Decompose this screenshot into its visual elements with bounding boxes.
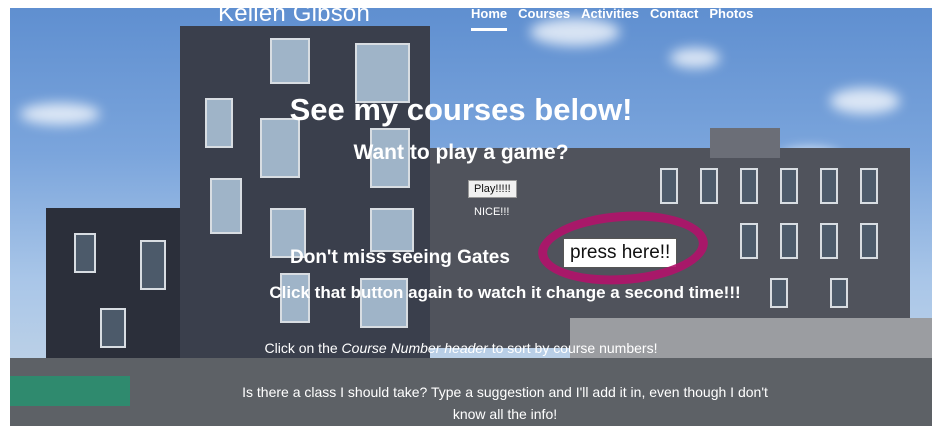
game-prompt: Want to play a game? <box>353 141 569 164</box>
play-result-text: NICE!!! <box>474 206 510 218</box>
cloud <box>670 48 720 68</box>
nav-contact[interactable]: Contact <box>650 6 698 31</box>
building-window <box>210 178 242 234</box>
building-window <box>700 168 718 204</box>
main-nav: Home Courses Activities Contact Photos <box>471 6 753 31</box>
nav-photos[interactable]: Photos <box>709 6 753 31</box>
gates-text: Don't miss seeing Gates <box>290 247 510 268</box>
building-window <box>74 233 96 273</box>
building-window <box>770 278 788 308</box>
play-button[interactable]: Play!!!!! <box>468 180 517 198</box>
building-window <box>270 38 310 84</box>
site-brand[interactable]: Kellen Gibson <box>218 0 370 28</box>
hero-background <box>10 8 932 426</box>
building-window <box>660 168 678 204</box>
building-window <box>860 168 878 204</box>
building-window <box>780 168 798 204</box>
nav-courses[interactable]: Courses <box>518 6 570 31</box>
change-text: Click that button again to watch it chan… <box>269 283 741 302</box>
sort-prefix: Click on the <box>264 340 342 356</box>
building-window <box>740 223 758 259</box>
sort-suffix: to sort by course numbers! <box>487 340 658 356</box>
building-window <box>370 208 414 252</box>
building-window <box>820 223 838 259</box>
building-window <box>140 240 166 290</box>
suggestion-text: Is there a class I should take? Type a s… <box>242 384 768 422</box>
green-roof <box>10 376 130 406</box>
building-window <box>780 223 798 259</box>
building-window <box>820 168 838 204</box>
press-here-button[interactable]: press here!! <box>563 238 678 268</box>
building-window <box>830 278 848 308</box>
sort-emphasis: Course Number header <box>341 340 488 356</box>
sort-instruction: Click on the Course Number header to sor… <box>0 340 922 356</box>
building-window <box>740 168 758 204</box>
nav-home[interactable]: Home <box>471 6 508 31</box>
page-title: See my courses below! <box>289 92 633 127</box>
nav-activities[interactable]: Activities <box>581 6 639 31</box>
building-window <box>860 223 878 259</box>
